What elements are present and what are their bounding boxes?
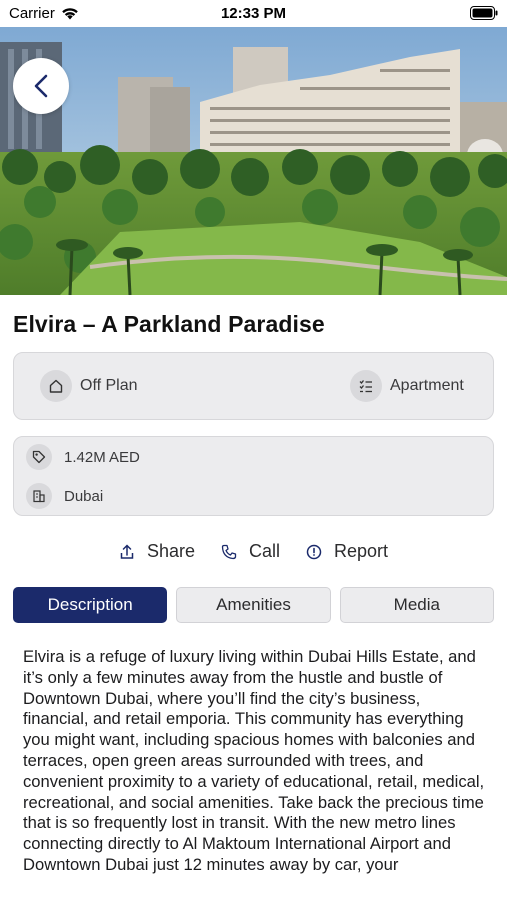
parkland-illustration bbox=[0, 27, 507, 295]
price-tag-icon bbox=[26, 444, 52, 470]
type-chip: Apartment bbox=[350, 370, 464, 402]
battery-icon bbox=[470, 6, 498, 20]
status-chip: Off Plan bbox=[40, 370, 138, 402]
property-info-card: Off Plan Apartment bbox=[13, 352, 494, 420]
report-button[interactable]: Report bbox=[306, 541, 388, 562]
action-bar: Share Call Report bbox=[0, 541, 507, 562]
listing-title: Elvira – A Parkland Paradise bbox=[13, 311, 325, 337]
building-icon bbox=[26, 483, 52, 509]
call-label: Call bbox=[249, 541, 281, 561]
report-label: Report bbox=[334, 541, 389, 561]
tab-description[interactable]: Description bbox=[13, 587, 168, 623]
phone-icon bbox=[221, 544, 237, 559]
share-button[interactable]: Share bbox=[119, 541, 195, 562]
status-time: 12:33 PM bbox=[220, 5, 287, 22]
call-button[interactable]: Call bbox=[221, 541, 280, 562]
share-icon bbox=[120, 543, 134, 559]
report-icon bbox=[306, 544, 322, 559]
home-icon bbox=[40, 370, 72, 402]
price-label: 1.42M AED bbox=[64, 448, 140, 466]
chevron-left-icon bbox=[34, 74, 48, 98]
back-button[interactable] bbox=[13, 58, 69, 114]
status-bar: Carrier 12:33 PM bbox=[0, 0, 507, 27]
price-row: 1.42M AED bbox=[26, 444, 140, 470]
share-label: Share bbox=[146, 541, 195, 561]
tab-bar: Description Amenities Media bbox=[13, 587, 494, 623]
status-label: Off Plan bbox=[80, 377, 138, 394]
location-label: Dubai bbox=[64, 487, 104, 505]
location-row: Dubai bbox=[26, 483, 103, 509]
tab-media[interactable]: Media bbox=[339, 587, 494, 623]
tab-amenities[interactable]: Amenities bbox=[176, 587, 331, 623]
checklist-icon bbox=[350, 370, 382, 402]
description-text: Elvira is a refuge of luxury living with… bbox=[23, 647, 485, 874]
hero-image bbox=[0, 27, 507, 295]
type-label: Apartment bbox=[390, 377, 464, 394]
price-location-card: 1.42M AED Dubai bbox=[13, 436, 494, 516]
